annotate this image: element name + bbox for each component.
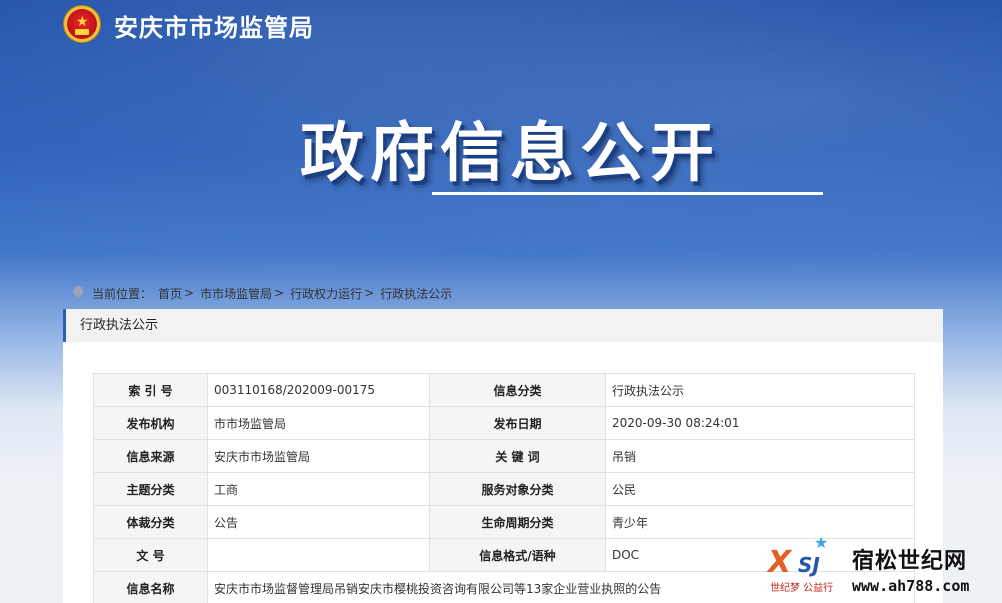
table-row: 发布机构 市市场监管局 发布日期 2020-09-30 08:24:01 (93, 406, 915, 440)
national-emblem-icon: ★ (64, 6, 100, 42)
value-topic-category: 工商 (207, 472, 430, 506)
value-doc-number (207, 538, 430, 572)
breadcrumb-item-home[interactable]: 首页 (158, 285, 182, 302)
label-doc-number: 文 号 (93, 538, 208, 572)
hero-title: 政府信息公开 (300, 117, 720, 191)
label-lifecycle: 生命周期分类 (429, 505, 606, 539)
value-service-audience: 公民 (605, 472, 915, 506)
table-row: 索 引 号 003110168/202009-00175 信息分类 行政执法公示 (93, 373, 915, 407)
hero-underline (432, 192, 823, 195)
value-publish-date: 2020-09-30 08:24:01 (605, 406, 915, 440)
breadcrumb-separator: > (274, 286, 285, 300)
label-format-language: 信息格式/语种 (429, 538, 606, 572)
value-publisher: 市市场监管局 (207, 406, 430, 440)
breadcrumb-item-admin-power[interactable]: 行政权力运行 (290, 285, 362, 302)
watermark-site-name: 宿松世纪网 (852, 549, 968, 574)
watermark-logo: X SJ ★ 世纪梦 公益行 (766, 533, 842, 595)
table-row: 主题分类 工商 服务对象分类 公民 (93, 472, 915, 506)
label-publish-date: 发布日期 (429, 406, 606, 440)
label-info-source: 信息来源 (93, 439, 208, 473)
value-keywords: 吊销 (605, 439, 915, 473)
emblem-star-icon: ★ (76, 14, 89, 30)
watermark-tagline: 世纪梦 公益行 (770, 583, 834, 594)
watermark-logo-sj: SJ (798, 553, 820, 577)
agency-title[interactable]: 安庆市市场监管局 (114, 8, 314, 43)
label-info-category: 信息分类 (429, 373, 606, 407)
location-pin-icon (72, 286, 84, 300)
breadcrumb-separator: > (184, 286, 195, 300)
value-info-category: 行政执法公示 (605, 373, 915, 407)
value-index-number: 003110168/202009-00175 (207, 373, 430, 407)
breadcrumb: 当前位置： 首页 > 市市场监管局 > 行政权力运行 > 行政执法公示 (72, 284, 454, 302)
breadcrumb-prefix: 当前位置： (92, 286, 153, 301)
watermark-logo-x: X (768, 545, 792, 580)
label-service-audience: 服务对象分类 (429, 472, 606, 506)
label-genre: 体裁分类 (93, 505, 208, 539)
panel-title: 行政执法公示 (63, 309, 943, 342)
breadcrumb-separator: > (364, 286, 375, 300)
watermark-site-url: www.ah788.com (852, 577, 970, 595)
label-index-number: 索 引 号 (93, 373, 208, 407)
label-topic-category: 主题分类 (93, 472, 208, 506)
label-info-name: 信息名称 (93, 571, 208, 603)
star-icon: ★ (814, 533, 829, 552)
breadcrumb-item-agency[interactable]: 市市场监管局 (200, 285, 272, 302)
label-publisher: 发布机构 (93, 406, 208, 440)
emblem-gate-icon (75, 29, 89, 35)
value-info-source: 安庆市市场监管局 (207, 439, 430, 473)
label-keywords: 关 键 词 (429, 439, 606, 473)
value-genre: 公告 (207, 505, 430, 539)
table-row: 信息来源 安庆市市场监管局 关 键 词 吊销 (93, 439, 915, 473)
site-watermark: X SJ ★ 世纪梦 公益行 宿松世纪网 www.ah788.com (766, 533, 1002, 603)
breadcrumb-item-enforcement[interactable]: 行政执法公示 (380, 285, 452, 302)
